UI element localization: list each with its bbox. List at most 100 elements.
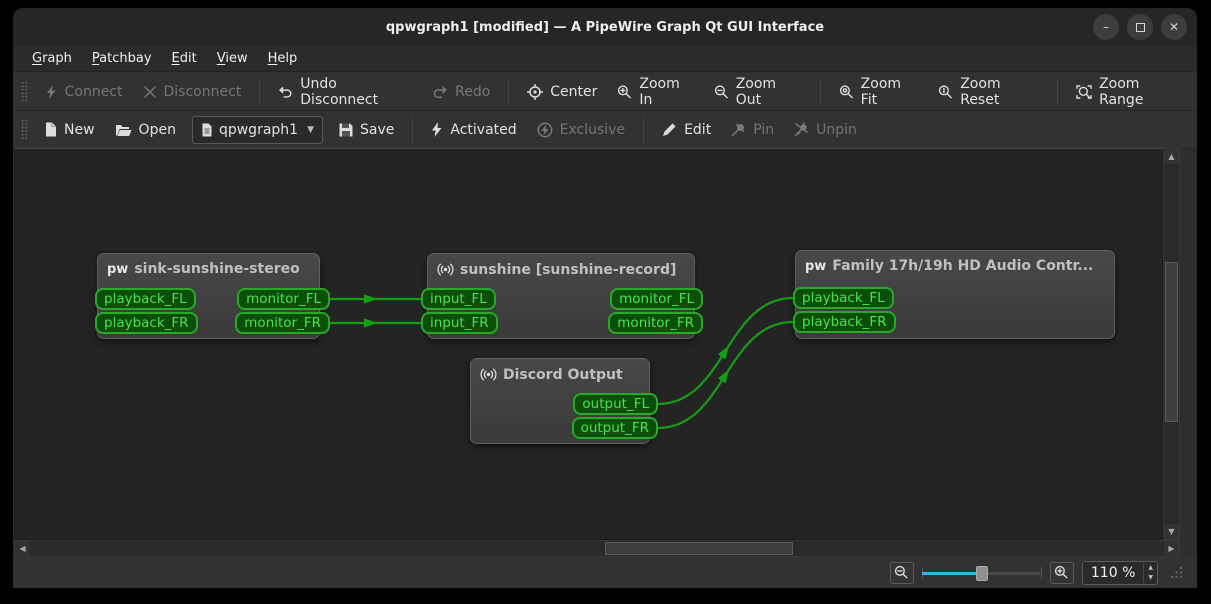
redo-button[interactable]: Redo (422, 78, 500, 106)
center-button[interactable]: Center (517, 78, 607, 106)
node-header: sunshine [sunshine-record] (428, 254, 694, 278)
zoom-fit-button[interactable]: Zoom Fit (829, 70, 929, 114)
vertical-scrollbar[interactable]: ▲ ▼ (1163, 148, 1180, 540)
connect-label: Connect (64, 83, 123, 100)
zoom-reset-icon (939, 84, 953, 98)
patchbay-file-dropdown[interactable]: qpwgraph1 ▼ (191, 115, 323, 144)
menubar: Graph Patchbay Edit View Help (13, 46, 1197, 72)
exclusive-button[interactable]: Exclusive (527, 116, 635, 144)
spin-up-button[interactable]: ▲ (1144, 563, 1157, 573)
graph-canvas[interactable] (14, 148, 1163, 540)
port-discord-output-fr[interactable]: output_FR (571, 417, 658, 439)
toolbar-separator (412, 117, 414, 142)
zoom-out-button[interactable]: Zoom Out (704, 70, 812, 114)
zoom-slider[interactable] (921, 564, 1042, 582)
node-header: pw sink-sunshine-stereo (98, 254, 319, 277)
zoom-range-button[interactable]: Zoom Range (1066, 70, 1193, 114)
toolbar-separator (508, 79, 510, 104)
minimize-button[interactable]: – (1093, 14, 1119, 40)
edit-button[interactable]: Edit (652, 116, 721, 144)
close-button[interactable]: ✕ (1161, 14, 1187, 40)
maximize-button[interactable] (1127, 14, 1153, 40)
scroll-right-button[interactable]: ▶ (1164, 541, 1179, 556)
stream-icon (437, 263, 454, 276)
port-sink-monitor-fl[interactable]: monitor_FL (237, 288, 330, 310)
edit-label: Edit (684, 121, 712, 138)
activated-button[interactable]: Activated (421, 116, 526, 144)
resize-grip[interactable] (1170, 566, 1183, 579)
scroll-down-button[interactable]: ▼ (1164, 524, 1179, 539)
toolbar-drag-handle[interactable] (21, 118, 28, 141)
disconnect-button[interactable]: Disconnect (133, 78, 252, 106)
disconnect-label: Disconnect (163, 83, 242, 100)
spin-down-button[interactable]: ▼ (1144, 573, 1157, 583)
zoom-spinbox[interactable]: 110 % ▲ ▼ (1081, 560, 1158, 585)
redo-label: Redo (455, 83, 491, 100)
port-sunshine-input-fr[interactable]: input_FR (421, 312, 498, 334)
menu-graph[interactable]: Graph (23, 48, 81, 69)
horizontal-scroll-thumb[interactable] (605, 542, 793, 555)
save-icon (339, 123, 353, 136)
zoom-reset-label: Zoom Reset (960, 75, 1001, 108)
node-title: sink-sunshine-stereo (134, 261, 300, 277)
port-sunshine-monitor-fl[interactable]: monitor_FL (610, 288, 703, 310)
horizontal-scrollbar[interactable]: ◀ ▶ (14, 540, 1180, 557)
vertical-scroll-thumb[interactable] (1165, 262, 1178, 422)
unpin-label: Unpin (816, 121, 857, 138)
zoom-range-icon (1076, 84, 1092, 99)
zoom-in-label: Zoom In (639, 75, 680, 108)
undo-button[interactable]: Undo Disconnect (268, 70, 422, 114)
port-sink-playback-fr[interactable]: playback_FR (95, 312, 198, 334)
toolbar-drag-handle[interactable] (21, 80, 28, 103)
zoom-slider-handle[interactable] (975, 565, 988, 581)
menu-patchbay[interactable]: Patchbay (83, 48, 161, 69)
slider-track-empty (981, 571, 1042, 575)
connect-icon (46, 84, 56, 99)
toolbar-separator (259, 79, 261, 104)
statusbar: 110 % ▲ ▼ (13, 557, 1197, 588)
patchbay-toolbar: New Open qpwgraph1 ▼ Save Activated Excl… (13, 111, 1197, 149)
node-title: Family 17h/19h HD Audio Contr... (832, 258, 1094, 274)
zoom-in-button[interactable]: Zoom In (607, 70, 703, 114)
port-sunshine-monitor-fr[interactable]: monitor_FR (608, 312, 703, 334)
open-folder-icon (115, 124, 132, 136)
patchbay-file-icon (202, 123, 212, 136)
slider-track-filled (921, 571, 982, 575)
disconnect-icon (143, 85, 156, 98)
port-discord-output-fl[interactable]: output_FL (573, 393, 658, 415)
statusbar-wrap: 110 % ▲ ▼ (13, 557, 1197, 588)
unpin-button[interactable]: Unpin (784, 116, 867, 144)
save-button[interactable]: Save (329, 116, 404, 144)
scroll-up-button[interactable]: ▲ (1164, 149, 1179, 164)
edit-pencil-icon (663, 123, 676, 136)
new-label: New (64, 121, 95, 138)
statusbar-zoom-in-button[interactable] (1049, 561, 1074, 584)
port-sink-monitor-fr[interactable]: monitor_FR (235, 312, 330, 334)
pin-label: Pin (753, 121, 775, 138)
window-title: qpwgraph1 [modified] — A PipeWire Graph … (385, 19, 825, 35)
port-family-playback-fl[interactable]: playback_FL (793, 287, 894, 309)
statusbar-zoom-out-button[interactable] (889, 561, 914, 584)
scroll-left-button[interactable]: ◀ (15, 541, 30, 556)
zoom-out-icon (714, 84, 728, 98)
port-family-playback-fr[interactable]: playback_FR (793, 311, 896, 333)
open-button[interactable]: Open (105, 116, 186, 144)
menu-help[interactable]: Help (259, 48, 307, 69)
connect-button[interactable]: Connect (34, 78, 133, 106)
spinbox-arrows: ▲ ▼ (1143, 562, 1157, 583)
zoom-out-label: Zoom Out (735, 75, 777, 108)
menu-view[interactable]: View (208, 48, 257, 69)
titlebar[interactable]: qpwgraph1 [modified] — A PipeWire Graph … (13, 8, 1197, 46)
toolbar-separator (819, 79, 821, 104)
zoom-fit-label: Zoom Fit (860, 75, 902, 108)
port-sunshine-input-fl[interactable]: input_FL (421, 288, 496, 310)
menu-edit[interactable]: Edit (163, 48, 206, 69)
pipewire-icon: pw (107, 261, 129, 277)
port-sink-playback-fl[interactable]: playback_FL (95, 288, 196, 310)
open-label: Open (138, 121, 176, 138)
zoom-in-icon (618, 84, 632, 98)
new-button[interactable]: New (34, 116, 105, 144)
zoom-reset-button[interactable]: Zoom Reset (928, 70, 1049, 114)
pin-button[interactable]: Pin (721, 116, 784, 144)
node-header: pw Family 17h/19h HD Audio Contr... (796, 251, 1114, 274)
